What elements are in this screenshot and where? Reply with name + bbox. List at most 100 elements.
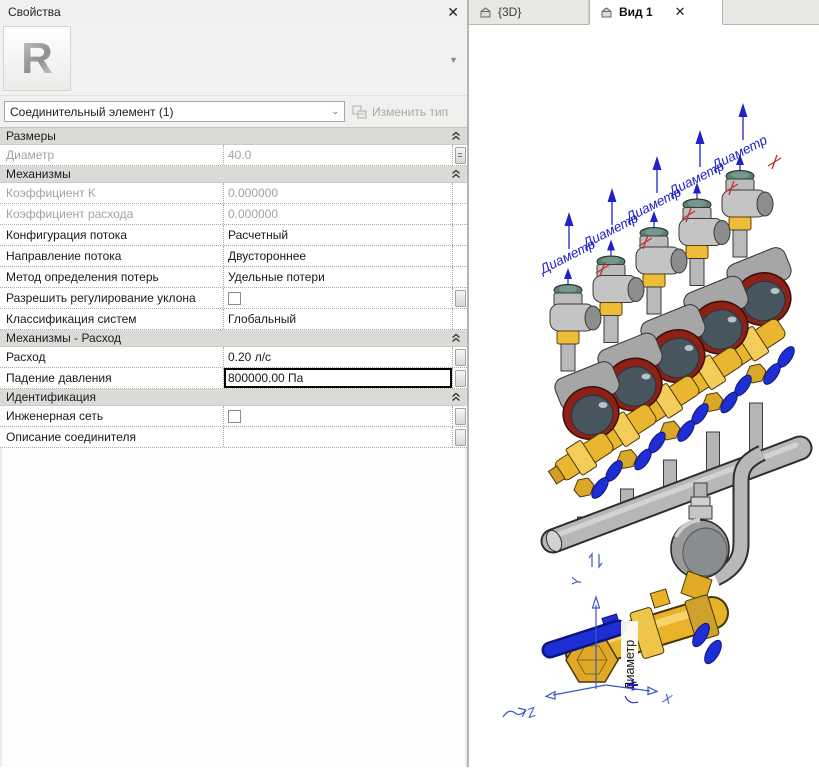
property-row: Падение давления800000.00 Па — [0, 368, 467, 389]
property-label: Коэффициент K — [0, 183, 224, 203]
type-preview-area: R ▼ — [0, 23, 467, 96]
properties-grid: РазмерыДиаметр40.0=МеханизмыКоэффициент … — [0, 127, 467, 448]
property-row: Расход0.20 л/с — [0, 347, 467, 368]
tab-label: {3D} — [498, 5, 521, 19]
property-value: 0.000000 — [224, 183, 452, 203]
associate-parameter-cell — [452, 225, 467, 245]
property-row: Коэффициент K0.000000 — [0, 183, 467, 204]
section-header[interactable]: Размеры — [0, 128, 467, 145]
view-icon — [479, 6, 492, 19]
associate-parameter-cell — [452, 427, 467, 447]
view-area: {3D} Вид 1 ✕ — [469, 0, 819, 767]
property-row: Направление потокаДвустороннее — [0, 246, 467, 267]
family-preview-image: R — [3, 26, 71, 91]
property-label: Расход — [0, 347, 224, 367]
associate-parameter-button[interactable] — [455, 290, 466, 307]
property-value: 0.000000 — [224, 204, 452, 224]
associate-parameter-button[interactable]: = — [455, 147, 466, 164]
property-value: 40.0 — [224, 145, 452, 165]
revit-logo: R — [21, 34, 53, 84]
associate-parameter-cell — [452, 406, 467, 426]
section-header[interactable]: Идентификация — [0, 389, 467, 406]
property-label: Разрешить регулирование уклона — [0, 288, 224, 308]
property-value[interactable]: Двустороннее — [224, 246, 452, 266]
property-label: Коэффициент расхода — [0, 204, 224, 224]
view-tab-вид1[interactable]: Вид 1 ✕ — [589, 0, 723, 25]
axis-label-z: Z — [524, 704, 538, 721]
property-label: Описание соединителя — [0, 427, 224, 447]
close-tab-icon[interactable]: ✕ — [675, 4, 686, 20]
properties-panel-header: Свойства ✕ — [0, 0, 467, 23]
pipe-assembly-3d-model: Диаметр Диаметр Диаметр Диаметр Диаметр … — [469, 25, 819, 768]
property-label: Направление потока — [0, 246, 224, 266]
type-selector-value: Соединительный элемент (1) — [10, 105, 331, 119]
property-label: Классификация систем — [0, 309, 224, 329]
associate-parameter-button[interactable] — [455, 349, 466, 366]
associate-parameter-cell — [452, 204, 467, 224]
type-selector[interactable]: Соединительный элемент (1) ⌄ — [4, 101, 345, 122]
bottom-diameter-label[interactable]: Диаметр — [621, 621, 638, 703]
associate-parameter-cell — [452, 368, 467, 388]
property-value[interactable]: 0.20 л/с — [224, 347, 452, 367]
property-value[interactable]: Расчетный — [224, 225, 452, 245]
view-tab-3d[interactable]: {3D} — [469, 0, 589, 24]
property-value[interactable]: 800000.00 Па — [224, 368, 452, 388]
property-label: Метод определения потерь — [0, 267, 224, 287]
property-label: Конфигурация потока — [0, 225, 224, 245]
panel-title: Свойства — [8, 5, 447, 19]
properties-empty-area — [0, 448, 467, 767]
associate-parameter-button[interactable] — [455, 429, 466, 446]
associate-parameter-button[interactable] — [455, 370, 466, 387]
3d-view-canvas[interactable]: Диаметр Диаметр Диаметр Диаметр Диаметр … — [469, 25, 819, 767]
collapse-section-icon[interactable] — [451, 169, 461, 179]
axis-label-x: X — [660, 690, 674, 707]
associate-parameter-cell — [452, 309, 467, 329]
diameter-label[interactable]: Диаметр — [623, 640, 637, 690]
property-row: Разрешить регулирование уклона — [0, 288, 467, 309]
edit-type-icon — [352, 105, 367, 119]
property-row: Конфигурация потокаРасчетный — [0, 225, 467, 246]
pressure-gauge — [671, 520, 732, 602]
collapse-section-icon[interactable] — [451, 333, 461, 343]
revit-window: Свойства ✕ R ▼ Соединительный элемент (1… — [0, 0, 819, 767]
section-label: Механизмы - Расход — [6, 331, 451, 345]
section-label: Размеры — [6, 129, 451, 143]
property-row: Метод определения потерьУдельные потери — [0, 267, 467, 288]
checkbox[interactable] — [228, 410, 241, 423]
property-label: Инженерная сеть — [0, 406, 224, 426]
associate-parameter-cell — [452, 288, 467, 308]
section-header[interactable]: Механизмы - Расход — [0, 330, 467, 347]
property-value[interactable] — [224, 427, 452, 447]
collapse-section-icon[interactable] — [451, 392, 461, 402]
view-tab-bar: {3D} Вид 1 ✕ — [469, 0, 819, 25]
associate-parameter-cell — [452, 183, 467, 203]
property-value[interactable]: Удельные потери — [224, 267, 452, 287]
leader-arc — [625, 696, 638, 703]
associate-parameter-cell — [452, 267, 467, 287]
chevron-down-icon: ⌄ — [331, 106, 339, 117]
associate-parameter-button[interactable] — [455, 408, 466, 425]
associate-parameter-cell: = — [452, 145, 467, 165]
property-label: Диаметр — [0, 145, 224, 165]
edit-type-button[interactable]: Изменить тип — [352, 105, 448, 119]
property-value[interactable]: Глобальный — [224, 309, 452, 329]
property-value[interactable] — [224, 288, 452, 308]
checkbox[interactable] — [228, 292, 241, 305]
edit-type-label: Изменить тип — [372, 105, 448, 119]
collapse-section-icon[interactable] — [451, 131, 461, 141]
associate-parameter-cell — [452, 347, 467, 367]
type-selector-row: Соединительный элемент (1) ⌄ Изменить ти… — [0, 96, 467, 127]
property-row: Коэффициент расхода0.000000 — [0, 204, 467, 225]
axis-label-y: Y — [569, 576, 584, 586]
property-label: Падение давления — [0, 368, 224, 388]
property-value[interactable] — [224, 406, 452, 426]
chevron-down-icon[interactable]: ▼ — [449, 55, 458, 65]
associate-parameter-cell — [452, 246, 467, 266]
close-icon[interactable]: ✕ — [447, 5, 459, 19]
diameter-label[interactable]: Диаметр — [708, 132, 770, 174]
property-row: Описание соединителя — [0, 427, 467, 448]
property-row: Инженерная сеть — [0, 406, 467, 427]
properties-panel: Свойства ✕ R ▼ Соединительный элемент (1… — [0, 0, 469, 767]
section-header[interactable]: Механизмы — [0, 166, 467, 183]
tab-label: Вид 1 — [619, 5, 653, 19]
